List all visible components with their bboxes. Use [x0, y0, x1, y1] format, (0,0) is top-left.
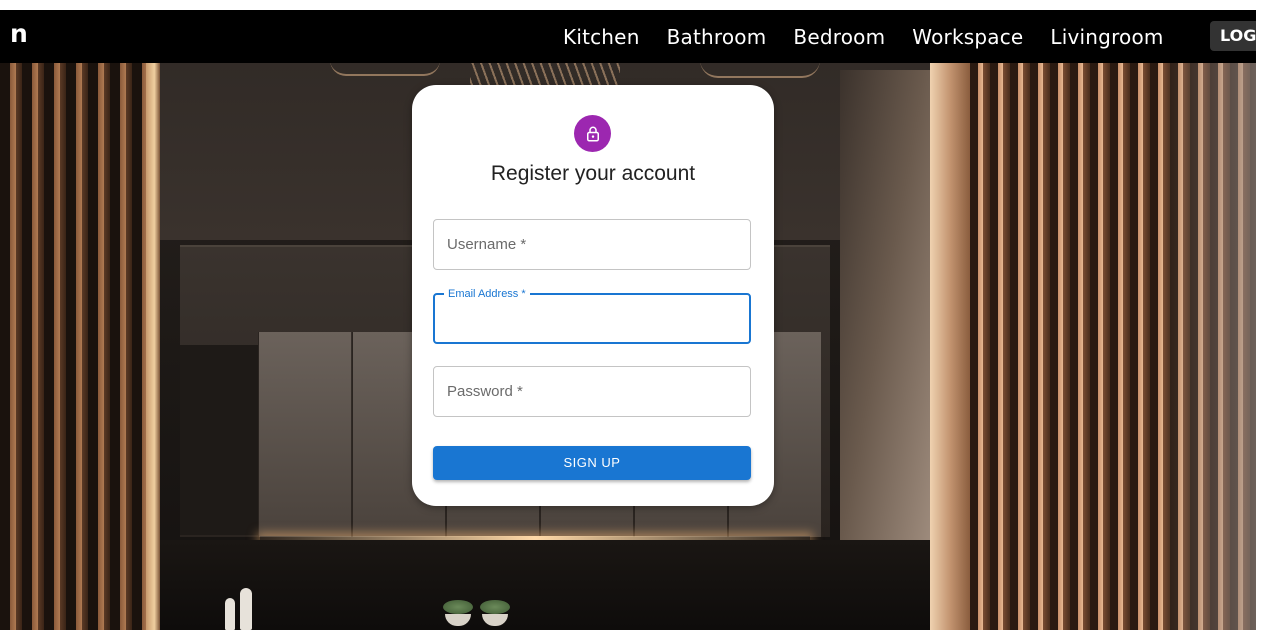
nav-link-kitchen[interactable]: Kitchen — [563, 25, 640, 49]
vase — [240, 588, 252, 630]
password-input[interactable] — [434, 367, 750, 416]
email-field[interactable]: Email Address * — [433, 287, 751, 344]
password-field[interactable]: Password * — [433, 366, 751, 417]
plant — [443, 600, 473, 614]
vase — [225, 598, 235, 630]
register-card: Register your account Username * Email A… — [412, 85, 774, 506]
nav-link-livingroom[interactable]: Livingroom — [1050, 25, 1163, 49]
login-button[interactable]: LOG — [1210, 21, 1256, 51]
dark-column — [180, 345, 258, 535]
floor — [160, 540, 930, 630]
plant — [480, 600, 510, 614]
nav-links: Kitchen Bathroom Bedroom Workspace Livin… — [563, 10, 1164, 63]
cabinet-panel — [258, 332, 351, 537]
username-input[interactable] — [434, 220, 750, 269]
register-title: Register your account — [490, 162, 696, 185]
lock-avatar — [574, 115, 611, 152]
wood-slat-wall-right — [930, 10, 1256, 630]
signup-button[interactable]: SIGN UP — [433, 446, 751, 480]
lock-icon — [586, 126, 599, 141]
top-navbar: n Kitchen Bathroom Bedroom Workspace Liv… — [0, 10, 1256, 63]
wood-slat-wall-left — [0, 10, 160, 630]
page-viewport: n Kitchen Bathroom Bedroom Workspace Liv… — [0, 10, 1256, 630]
brand-logo[interactable]: n — [10, 19, 28, 49]
nav-link-bathroom[interactable]: Bathroom — [667, 25, 767, 49]
nav-link-workspace[interactable]: Workspace — [912, 25, 1023, 49]
username-field[interactable]: Username * — [433, 219, 751, 270]
nav-link-bedroom[interactable]: Bedroom — [793, 25, 885, 49]
email-input[interactable] — [435, 295, 749, 342]
